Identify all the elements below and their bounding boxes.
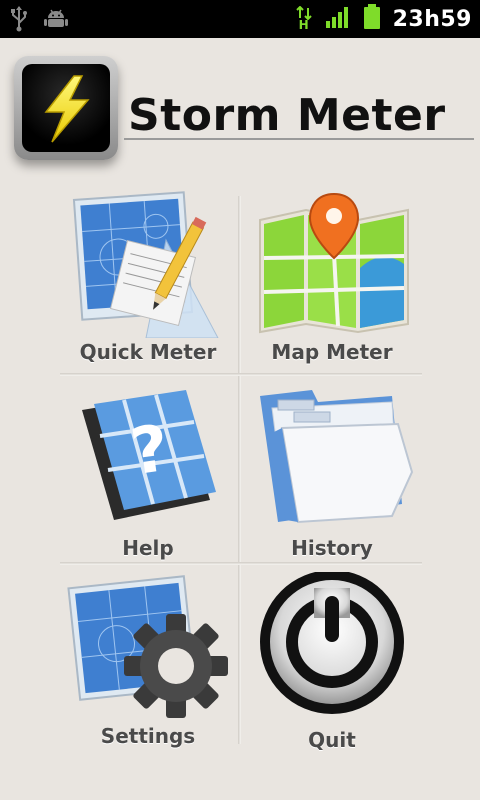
history-label: History	[291, 536, 373, 560]
question-mark-icon: ?	[58, 380, 238, 530]
lightning-bolt-icon	[44, 75, 90, 143]
main-menu-grid: Quick Meter Map Meter ? Help History Set…	[0, 170, 480, 800]
battery-icon	[363, 4, 381, 34]
hspa-data-icon: H	[295, 4, 313, 34]
quick-meter-label: Quick Meter	[79, 340, 217, 364]
quit-button[interactable]: Quit	[242, 570, 422, 752]
network-type-label: H	[298, 18, 309, 32]
blueprint-gear-icon	[58, 572, 238, 722]
android-debug-icon	[44, 7, 68, 35]
usb-icon	[10, 6, 28, 36]
settings-label: Settings	[100, 724, 196, 748]
quick-meter-button[interactable]: Quick Meter	[58, 188, 238, 368]
signal-icon	[325, 5, 351, 33]
history-button[interactable]: History	[242, 380, 422, 560]
power-icon	[242, 570, 422, 722]
folder-icon	[242, 380, 422, 530]
status-bar: H 23h59	[0, 0, 480, 38]
app-header: Storm Meter	[0, 38, 480, 170]
app-title: Storm Meter	[128, 90, 446, 141]
blueprint-pencil-icon	[58, 188, 238, 339]
status-time: 23h59	[392, 6, 472, 32]
grid-vertical-divider	[238, 196, 241, 744]
quit-label: Quit	[308, 728, 356, 752]
map-meter-label: Map Meter	[271, 340, 393, 364]
map-pin-icon	[242, 188, 422, 338]
app-logo	[14, 56, 118, 160]
settings-button[interactable]: Settings	[58, 572, 238, 752]
map-meter-button[interactable]: Map Meter	[242, 188, 422, 368]
grid-horizontal-divider	[60, 562, 422, 565]
help-label: Help	[122, 536, 174, 560]
grid-horizontal-divider	[60, 373, 422, 376]
help-button[interactable]: ? Help	[58, 380, 238, 560]
title-divider	[124, 138, 474, 140]
